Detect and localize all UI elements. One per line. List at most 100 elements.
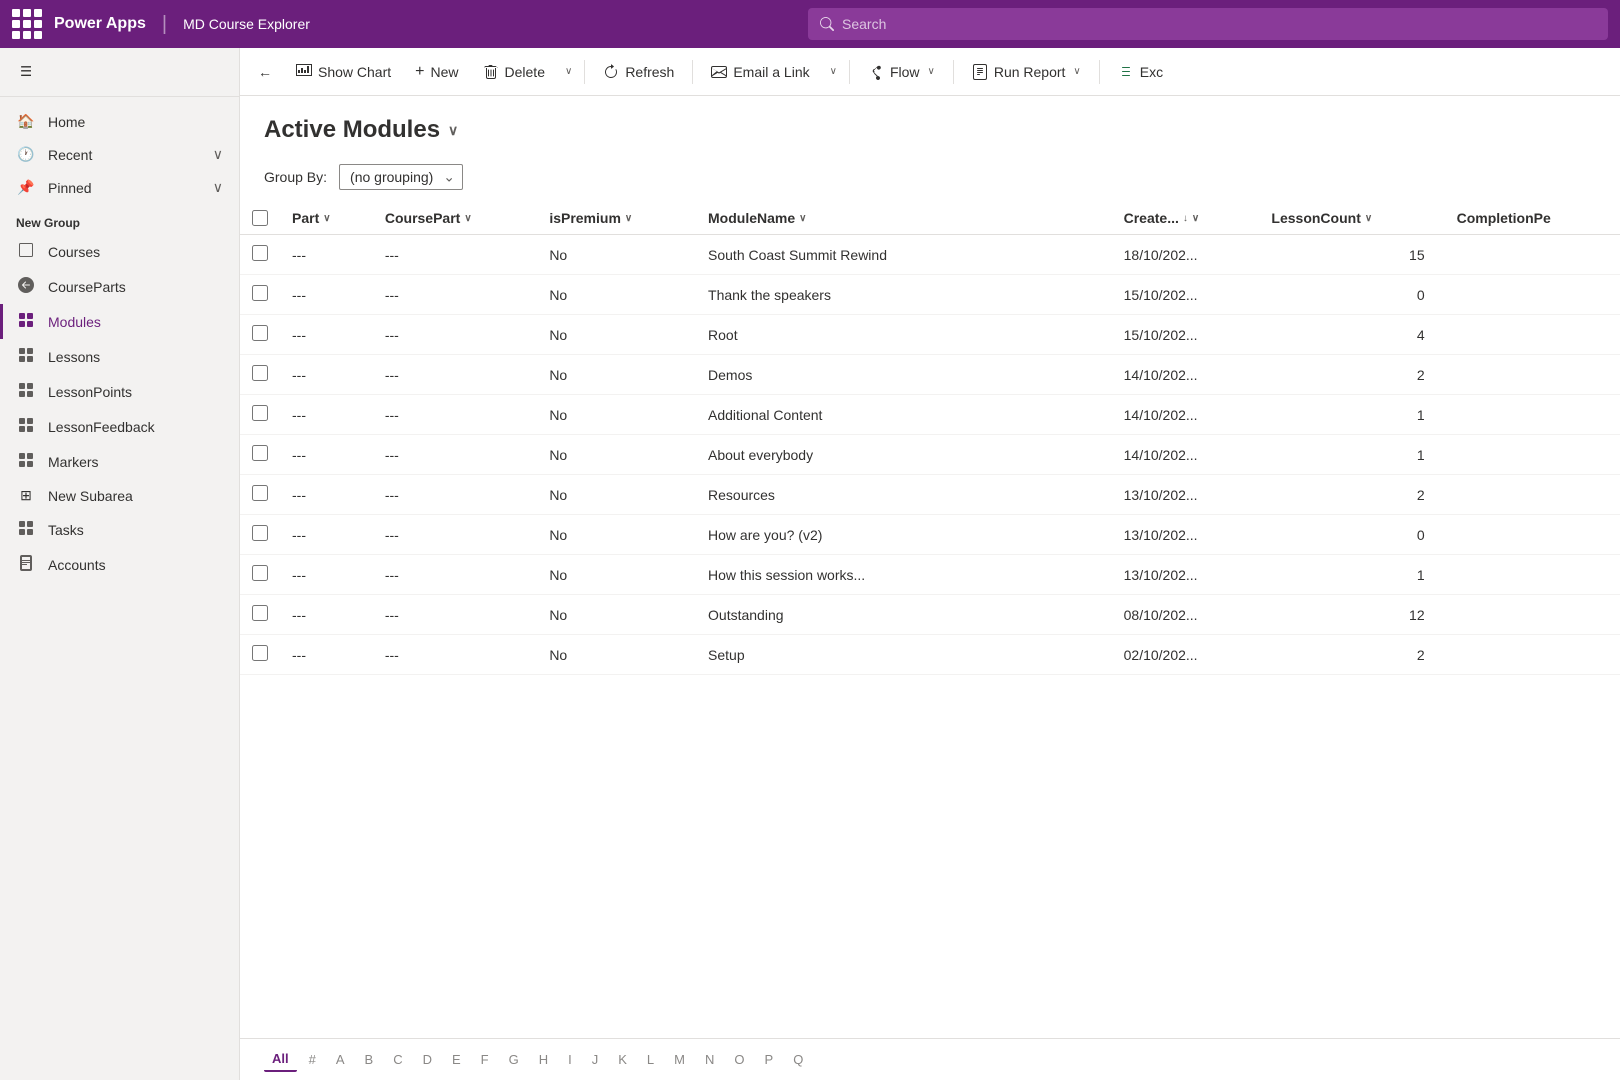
sidebar-item-recent[interactable]: 🕐 Recent ∨ [0,138,239,171]
col-header-check[interactable] [240,202,280,235]
pagination-letter-j[interactable]: J [584,1048,607,1071]
row-checkbox-cell[interactable] [240,435,280,475]
row-checkbox-cell[interactable] [240,355,280,395]
col-header-completionpe[interactable]: CompletionPe [1445,202,1620,235]
sidebar-item-accounts[interactable]: Accounts [0,547,239,582]
row-coursepart: --- [373,355,537,395]
pagination-letter-g[interactable]: G [501,1048,527,1071]
courses-icon [16,242,36,261]
row-checkbox[interactable] [252,485,268,501]
table-row[interactable]: --- --- No How this session works... 13/… [240,555,1620,595]
search-bar[interactable] [808,8,1608,40]
back-button[interactable]: ← [248,58,282,86]
refresh-button[interactable]: Refresh [593,58,684,86]
col-header-created[interactable]: Create... ↓ ∨ [1112,202,1260,235]
sidebar-item-lessonfeedback[interactable]: LessonFeedback [0,409,239,444]
row-checkbox-cell[interactable] [240,315,280,355]
pagination-letter-f[interactable]: F [473,1048,497,1071]
search-input[interactable] [842,16,1596,32]
row-checkbox[interactable] [252,645,268,661]
command-bar: ← Show Chart + New Delete ∨ Refresh [240,48,1620,96]
row-checkbox[interactable] [252,605,268,621]
col-header-modulename[interactable]: ModuleName ∨ [696,202,1112,235]
run-report-button[interactable]: Run Report ∨ [962,58,1091,86]
row-checkbox[interactable] [252,525,268,541]
row-checkbox-cell[interactable] [240,275,280,315]
pagination-letter-e[interactable]: E [444,1048,469,1071]
row-checkbox[interactable] [252,325,268,341]
row-part: --- [280,355,373,395]
table-row[interactable]: --- --- No Additional Content 14/10/202.… [240,395,1620,435]
col-header-lessoncount[interactable]: LessonCount ∨ [1259,202,1444,235]
row-checkbox-cell[interactable] [240,235,280,275]
sidebar-item-tasks[interactable]: Tasks [0,512,239,547]
pagination-letter-p[interactable]: P [757,1048,782,1071]
table-row[interactable]: --- --- No Demos 14/10/202... 2 [240,355,1620,395]
pagination-letter-l[interactable]: L [639,1048,662,1071]
row-checkbox-cell[interactable] [240,395,280,435]
table-row[interactable]: --- --- No About everybody 14/10/202... … [240,435,1620,475]
row-checkbox-cell[interactable] [240,475,280,515]
excel-button[interactable]: Exc [1108,58,1173,86]
hamburger-button[interactable]: ☰ [16,60,36,84]
pagination-letter-o[interactable]: O [726,1048,752,1071]
new-button[interactable]: + New [405,57,468,87]
pagination-letter-c[interactable]: C [385,1048,410,1071]
row-checkbox[interactable] [252,405,268,421]
pagination-letter-m[interactable]: M [666,1048,693,1071]
table-row[interactable]: --- --- No Thank the speakers 15/10/202.… [240,275,1620,315]
pagination-letter-i[interactable]: I [560,1048,580,1071]
sidebar-item-courseparts[interactable]: CourseParts [0,269,239,304]
sidebar-item-lessonpoints[interactable]: LessonPoints [0,374,239,409]
pagination-letter-d[interactable]: D [415,1048,440,1071]
app-grid-icon[interactable] [12,9,42,39]
row-checkbox[interactable] [252,365,268,381]
sidebar-item-newsubarea[interactable]: ⊞ New Subarea [0,479,239,512]
table-row[interactable]: --- --- No How are you? (v2) 13/10/202..… [240,515,1620,555]
table-row[interactable]: --- --- No Resources 13/10/202... 2 [240,475,1620,515]
table-row[interactable]: --- --- No Outstanding 08/10/202... 12 [240,595,1620,635]
pagination-letter-all[interactable]: All [264,1047,297,1072]
delete-chevron-button[interactable]: ∨ [559,60,576,83]
col-header-ispremium[interactable]: isPremium ∨ [537,202,696,235]
pagination-letter-h[interactable]: H [531,1048,556,1071]
sidebar-item-markers[interactable]: Markers [0,444,239,479]
delete-button[interactable]: Delete [473,58,555,86]
group-by-select[interactable]: (no grouping) [339,164,463,190]
row-checkbox[interactable] [252,285,268,301]
pagination-letter-k[interactable]: K [610,1048,635,1071]
email-link-chevron-button[interactable]: ∨ [824,60,841,83]
row-checkbox-cell[interactable] [240,635,280,675]
flow-button[interactable]: Flow ∨ [858,58,945,86]
show-chart-button[interactable]: Show Chart [286,58,401,86]
col-header-part[interactable]: Part ∨ [280,202,373,235]
row-checkbox[interactable] [252,565,268,581]
pagination-letter-q[interactable]: Q [785,1048,811,1071]
table-row[interactable]: --- --- No Root 15/10/202... 4 [240,315,1620,355]
row-lessoncount: 2 [1259,355,1444,395]
sidebar-item-home[interactable]: 🏠 Home [0,105,239,138]
row-checkbox[interactable] [252,445,268,461]
sidebar-item-lessons[interactable]: Lessons [0,339,239,374]
pagination-letter-n[interactable]: N [697,1048,722,1071]
pagination-letter-#[interactable]: # [301,1048,324,1071]
row-ispremium: No [537,355,696,395]
refresh-label: Refresh [625,64,674,80]
row-checkbox[interactable] [252,245,268,261]
pagination-letter-a[interactable]: A [328,1048,353,1071]
col-header-coursepart[interactable]: CoursePart ∨ [373,202,537,235]
row-checkbox-cell[interactable] [240,595,280,635]
email-link-button[interactable]: Email a Link [701,58,819,86]
sidebar-item-modules[interactable]: Modules [0,304,239,339]
pagination-letter-b[interactable]: B [357,1048,382,1071]
sidebar-item-courses[interactable]: Courses [0,234,239,269]
row-checkbox-cell[interactable] [240,515,280,555]
select-all-checkbox[interactable] [252,210,268,226]
row-checkbox-cell[interactable] [240,555,280,595]
page-title[interactable]: Active Modules ∨ [264,116,1596,144]
pinned-icon: 📌 [16,179,36,196]
sidebar-item-pinned[interactable]: 📌 Pinned ∨ [0,171,239,204]
table-row[interactable]: --- --- No South Coast Summit Rewind 18/… [240,235,1620,275]
row-modulename: Root [696,315,1112,355]
table-row[interactable]: --- --- No Setup 02/10/202... 2 [240,635,1620,675]
